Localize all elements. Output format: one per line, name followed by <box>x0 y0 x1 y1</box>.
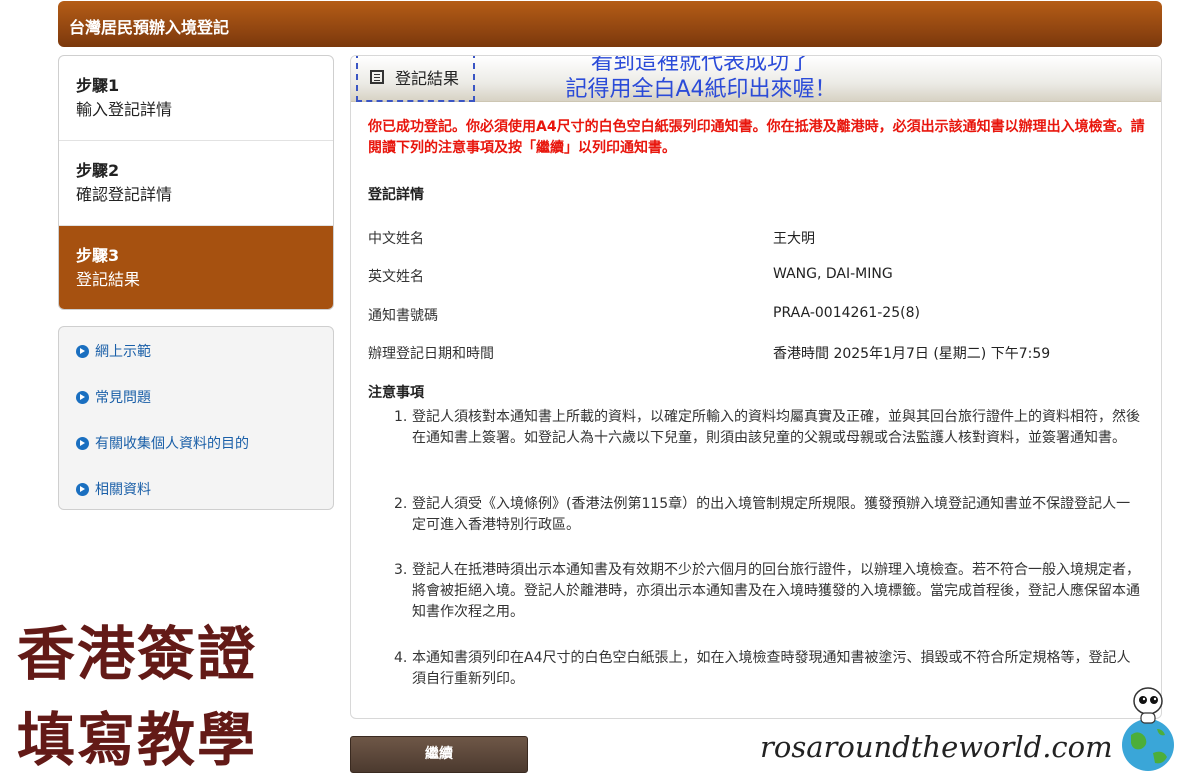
detail-label: 辦理登記日期和時間 <box>368 346 494 362</box>
step-number: 步驟1 <box>76 76 120 95</box>
panel-title: 登記結果 <box>395 69 460 88</box>
result-panel: 登記結果 看到這裡就代表成功了 記得用全白A4紙印出來喔！ 你已成功登記。你必須… <box>350 55 1162 719</box>
arrow-circle-icon <box>76 390 89 404</box>
step-3: 步驟3 登記結果 <box>59 226 333 309</box>
detail-value: PRAA-0014261-25(8) <box>773 305 920 321</box>
step-label: 登記結果 <box>76 270 141 289</box>
link-faq[interactable]: 常見問題 <box>76 387 151 407</box>
link-data-collection-purpose[interactable]: 有關收集個人資料的目的 <box>76 433 249 453</box>
step-number: 步驟2 <box>76 161 120 180</box>
note-text: 登記人須受《入境條例》(香港法例第115章）的出入境管制規定所規限。獲發預辦入境… <box>412 496 1131 533</box>
detail-value: 香港時間 2025年1月7日 (星期二) 下午7:59 <box>773 346 1051 362</box>
arrow-circle-icon <box>76 344 89 358</box>
page-title: 台灣居民預辦入境登記 <box>69 18 230 37</box>
note-item: 2. 登記人須受《入境條例》(香港法例第115章）的出入境管制規定所規限。獲發預… <box>394 494 1144 536</box>
link-related-info[interactable]: 相關資料 <box>76 479 151 499</box>
step-list: 步驟1 輸入登記詳情 步驟2 確認登記詳情 步驟3 登記結果 <box>58 55 334 310</box>
note-item: 3. 登記人在抵港時須出示本通知書及有效期不少於六個月的回台旅行證件，以辦理入境… <box>394 560 1144 623</box>
note-number: 3. <box>394 562 408 578</box>
success-notice: 你已成功登記。你必須使用A4尺寸的白色空白紙張列印通知書。你在抵港及離港時，必須… <box>368 119 1145 156</box>
details-title: 登記詳情 <box>368 187 424 203</box>
step-1: 步驟1 輸入登記詳情 <box>59 56 333 141</box>
step-2: 步驟2 確認登記詳情 <box>59 141 333 226</box>
note-number: 2. <box>394 496 408 512</box>
globe-mascot-icon <box>1122 687 1174 771</box>
note-text: 登記人須核對本通知書上所載的資料，以確定所輸入的資料均屬真實及正確，並與其回台旅… <box>412 409 1140 446</box>
detail-label: 通知書號碼 <box>368 308 438 324</box>
note-item: 4. 本通知書須列印在A4尺寸的白色空白紙張上，如在入境檢查時發現通知書被塗污、… <box>394 648 1144 690</box>
note-item: 1. 登記人須核對本通知書上所載的資料，以確定所輸入的資料均屬真實及正確，並與其… <box>394 407 1144 449</box>
note-text: 登記人在抵港時須出示本通知書及有效期不少於六個月的回台旅行證件，以辦理入境檢查。… <box>412 562 1140 620</box>
detail-label: 英文姓名 <box>368 269 424 285</box>
notes-title: 注意事項 <box>368 385 424 401</box>
step-label: 確認登記詳情 <box>76 185 173 204</box>
note-number: 1. <box>394 409 408 425</box>
link-label: 網上示範 <box>95 344 151 360</box>
annotation-line-2: 記得用全白A4紙印出來喔！ <box>565 77 837 102</box>
annotation-line-1: 看到這裡就代表成功了 <box>590 55 811 75</box>
note-text: 本通知書須列印在A4尺寸的白色空白紙張上，如在入境檢查時發現通知書被塗污、損毀或… <box>412 650 1131 687</box>
continue-button[interactable]: 繼續 <box>350 736 528 773</box>
note-number: 4. <box>394 650 408 666</box>
site-watermark: rosaroundtheworld.com <box>760 730 1113 764</box>
arrow-circle-icon <box>76 436 89 450</box>
link-label: 常見問題 <box>95 390 151 406</box>
overlay-title-line-1: 香港簽證 <box>17 620 258 688</box>
page-header: 台灣居民預辦入境登記 <box>58 1 1162 47</box>
link-label: 有關收集個人資料的目的 <box>95 436 249 452</box>
detail-value: WANG, DAI-MING <box>773 266 893 282</box>
link-online-demo[interactable]: 網上示範 <box>76 341 151 361</box>
detail-label: 中文姓名 <box>368 231 424 247</box>
arrow-circle-icon <box>76 482 89 496</box>
overlay-title-line-2: 填寫教學 <box>17 706 258 774</box>
step-label: 輸入登記詳情 <box>76 100 173 119</box>
detail-value: 王大明 <box>773 231 815 247</box>
side-links: 網上示範 常見問題 有關收集個人資料的目的 相關資料 <box>58 326 334 510</box>
list-icon <box>370 70 384 84</box>
step-number: 步驟3 <box>76 246 120 265</box>
link-label: 相關資料 <box>95 482 151 498</box>
panel-header-label: 登記結果 <box>356 56 475 102</box>
